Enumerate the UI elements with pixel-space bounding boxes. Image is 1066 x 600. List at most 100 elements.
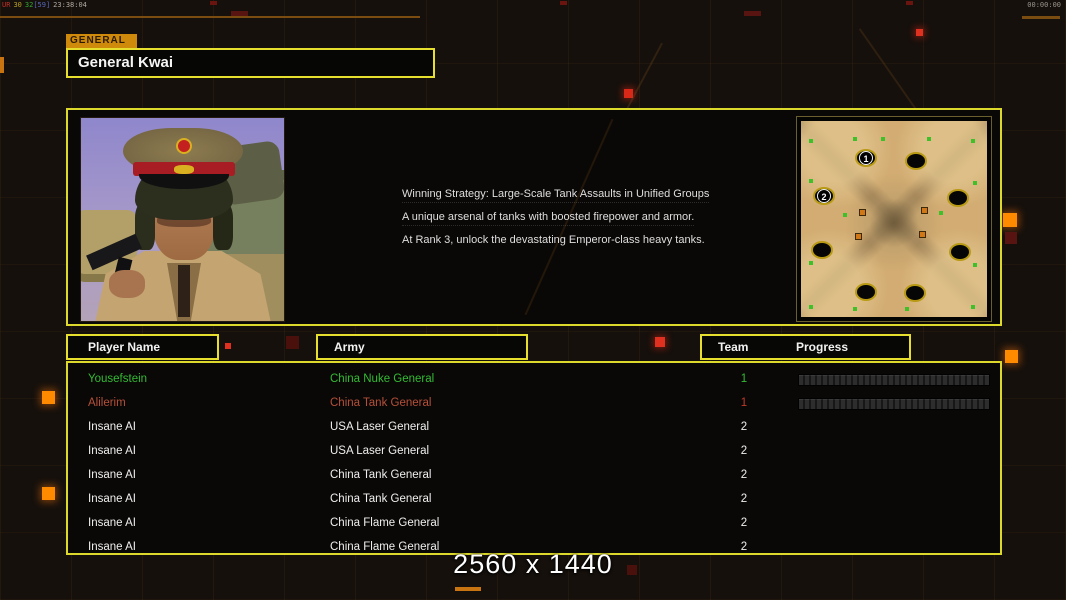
general-name: General Kwai (78, 54, 174, 71)
cap-star-emblem (176, 138, 192, 154)
header-team: Team (718, 340, 749, 354)
player-team: 2 (740, 517, 748, 529)
player-team: 1 (740, 373, 748, 385)
player-army: China Tank General (330, 397, 432, 409)
table-row: Insane AI USA Laser General 2 (68, 439, 998, 463)
header-army-box: Army (316, 334, 528, 360)
decor-red-square (624, 89, 633, 98)
debug-tag: UR (2, 1, 11, 9)
map-oil-well (947, 189, 969, 207)
player-army: China Nuke General (330, 373, 435, 385)
header-army: Army (334, 340, 365, 354)
debug-value-1: 30 (13, 1, 22, 9)
loading-screen: UR 30 32[59] 23:38:04 00:00:00 GENERAL Gene… (0, 0, 1066, 600)
player-name: Insane AI (88, 517, 136, 529)
decor-topright-dash (1022, 16, 1060, 19)
progress-bar (798, 374, 990, 386)
decor-darkred-square (286, 336, 299, 349)
player-team: 2 (740, 421, 748, 433)
debug-overlay: UR 30 32[59] 23:38:04 (2, 1, 90, 9)
decor-red-bar (744, 11, 761, 16)
strategy-line: At Rank 3, unlock the devastating Empero… (402, 234, 705, 246)
decor-red-square (225, 343, 231, 349)
decor-top-line (0, 16, 420, 18)
map-resource-dot (859, 209, 866, 216)
player-team: 2 (740, 469, 748, 481)
map-preview-frame: 1 2 (796, 116, 992, 322)
map-marker-dot (927, 137, 931, 141)
player-name: Insane AI (88, 421, 136, 433)
map-marker-dot (939, 211, 943, 215)
map-marker-dot (809, 139, 813, 143)
general-name-box: General Kwai (66, 48, 435, 78)
map-oil-well (905, 152, 927, 170)
player-army: USA Laser General (330, 445, 430, 457)
decor-orange-square (1003, 213, 1017, 227)
decor-orange-square (1005, 350, 1018, 363)
map-marker-dot (853, 137, 857, 141)
header-player-name: Player Name (88, 340, 161, 354)
header-team-progress-box: Team Progress (700, 334, 911, 360)
decor-red-square (655, 337, 665, 347)
map-marker-dot (809, 179, 813, 183)
decor-orange-square (42, 487, 55, 500)
table-row: Insane AI China Flame General 2 (68, 511, 998, 535)
decor-orange-square (42, 391, 55, 404)
map-marker-dot (973, 181, 977, 185)
map-marker-dot (905, 307, 909, 311)
map-resource-dot (855, 233, 862, 240)
map-marker-dot (881, 137, 885, 141)
map-preview: 1 2 (801, 121, 987, 317)
decor-top-tick (906, 1, 913, 5)
table-row: Alilerim China Tank General 1 (68, 391, 998, 415)
player-list-panel: Yousefstein China Nuke General 1 Alileri… (66, 361, 1002, 555)
map-oil-well (855, 283, 877, 301)
decor-left-edge (0, 57, 4, 73)
decor-darkred-square (1005, 232, 1017, 244)
player-team: 2 (740, 493, 748, 505)
map-resource-dot (921, 207, 928, 214)
resolution-watermark: 2560 x 1440 (453, 549, 613, 579)
map-marker-dot (971, 305, 975, 309)
map-oil-well (949, 243, 971, 261)
player-name: Yousefstein (88, 373, 148, 385)
hand (109, 270, 145, 298)
map-oil-well (904, 284, 926, 302)
decor-top-tick (560, 1, 567, 5)
player-name: Insane AI (88, 469, 136, 481)
progress-bar (798, 398, 990, 410)
map-marker-dot (843, 213, 847, 217)
map-oil-well (811, 241, 833, 259)
map-marker-dot (971, 139, 975, 143)
decor-red-bar (231, 11, 248, 16)
cap-gold-badge (174, 165, 194, 174)
table-row: Yousefstein China Nuke General 1 (68, 367, 998, 391)
table-row: Insane AI USA Laser General 2 (68, 415, 998, 439)
strategy-line: A unique arsenal of tanks with boosted f… (402, 211, 695, 226)
player-army: China Tank General (330, 493, 432, 505)
general-portrait (80, 117, 285, 322)
strategy-line: Winning Strategy: Large-Scale Tank Assau… (402, 188, 710, 203)
general-tab-label: GENERAL (66, 34, 137, 48)
player-army: China Flame General (330, 517, 440, 529)
player-name: Alilerim (88, 397, 126, 409)
map-marker-dot (853, 307, 857, 311)
table-row: Insane AI China Tank General 2 (68, 463, 998, 487)
map-resource-dot (919, 231, 926, 238)
player-team: 2 (740, 445, 748, 457)
player-name: Insane AI (88, 493, 136, 505)
map-marker-dot (973, 263, 977, 267)
map-start-marker-1: 1 (859, 151, 873, 165)
player-army: China Tank General (330, 469, 432, 481)
player-team: 1 (740, 397, 748, 409)
debug-value-3: [59] (33, 1, 51, 9)
header-player-name-box: Player Name (66, 334, 219, 360)
debug-clock: 23:38:04 (53, 1, 87, 9)
match-timer: 00:00:00 (1027, 1, 1061, 9)
general-info-panel: Winning Strategy: Large-Scale Tank Assau… (66, 108, 1002, 326)
player-army: USA Laser General (330, 421, 430, 433)
decor-red-square (916, 29, 923, 36)
map-marker-dot (809, 261, 813, 265)
map-start-marker-2: 2 (817, 189, 831, 203)
table-row: Insane AI China Tank General 2 (68, 487, 998, 511)
